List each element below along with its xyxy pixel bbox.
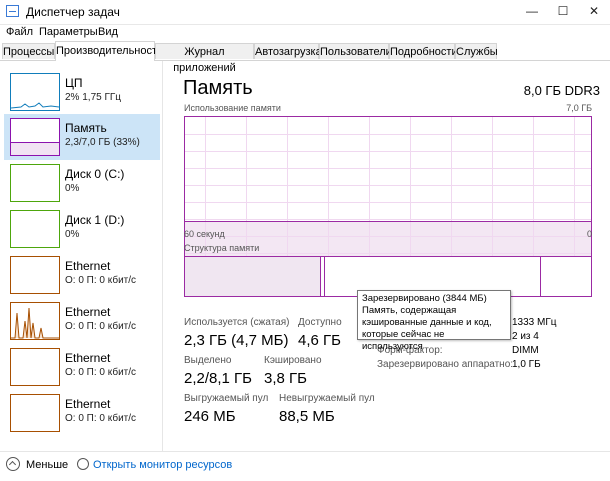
slots-value: 2 из 4: [512, 331, 539, 342]
disk-c-thumbnail: [10, 164, 60, 202]
menu-options[interactable]: Параметры: [39, 26, 98, 38]
ethernet-thumbnail: [10, 394, 60, 432]
tab-users[interactable]: Пользователи: [319, 43, 392, 59]
speed-value: 1333 МГц: [512, 317, 557, 328]
sidebar-item-memory[interactable]: Память 2,3/7,0 ГБ (33%): [4, 114, 160, 160]
sidebar-item-subtitle: О: 0 П: 0 кбит/с: [65, 321, 137, 332]
memory-total: 8,0 ГБ DDR3: [523, 83, 600, 98]
menu-file[interactable]: Файл: [6, 26, 33, 38]
maximize-button[interactable]: ☐: [548, 0, 578, 22]
cpu-thumbnail: [10, 73, 60, 111]
structure-label: Структура памяти: [184, 243, 260, 253]
sidebar-item-ethernet-2[interactable]: Ethernet О: 0 П: 0 кбит/с: [4, 298, 160, 344]
ethernet-thumbnail: [10, 302, 60, 340]
memory-thumbnail: [10, 118, 60, 156]
close-button[interactable]: ✕: [579, 0, 609, 22]
ethernet-thumbnail: [10, 256, 60, 294]
sidebar-item-title: Ethernet: [65, 351, 111, 365]
sidebar-item-title: ЦП: [65, 76, 83, 90]
sidebar-item-disk-d[interactable]: Диск 1 (D:) 0%: [4, 206, 160, 252]
tab-performance[interactable]: Производительность: [55, 41, 163, 61]
menu-bar: Файл Параметры Вид: [0, 25, 610, 41]
paged-pool-label: Выгружаемый пул: [184, 393, 269, 404]
sidebar-item-disk-c[interactable]: Диск 0 (C:) 0%: [4, 160, 160, 206]
sidebar-item-subtitle: 0%: [65, 183, 80, 194]
structure-free[interactable]: [541, 257, 591, 296]
sidebar-item-ethernet-3[interactable]: Ethernet О: 0 П: 0 кбит/с: [4, 344, 160, 390]
in-use-value: 2,3 ГБ (4,7 МБ): [184, 332, 289, 349]
sidebar-item-title: Память: [65, 121, 107, 135]
standby-tooltip: Зарезервировано (3844 МБ) Память, содерж…: [357, 290, 511, 352]
chevron-up-icon[interactable]: [6, 457, 20, 471]
hardware-reserved-value: 1,0 ГБ: [512, 359, 541, 370]
sidebar-item-subtitle: 2,3/7,0 ГБ (33%): [65, 137, 140, 148]
menu-view[interactable]: Вид: [98, 26, 118, 38]
memory-panel: Память 8,0 ГБ DDR3 Использование памяти …: [172, 61, 606, 451]
page-title: Память: [183, 77, 253, 99]
tooltip-line: Память, содержащая: [362, 305, 457, 316]
footer: Меньше Открыть монитор ресурсов: [0, 451, 610, 481]
time-axis-left: 60 секунд: [184, 229, 225, 239]
available-value: 4,6 ГБ: [298, 332, 341, 349]
usage-line: [185, 221, 591, 222]
window-title: Диспетчер задач: [26, 5, 120, 19]
task-manager-icon: [6, 5, 19, 17]
hardware-reserved-label: Зарезервировано аппаратно:: [377, 359, 514, 370]
tooltip-line: которые сейчас не используются: [362, 329, 445, 352]
committed-value: 2,2/8,1 ГБ: [184, 370, 253, 387]
ethernet-sparkline: [11, 307, 59, 339]
paged-pool-value: 246 МБ: [184, 408, 236, 425]
sidebar-item-subtitle: 0%: [65, 229, 80, 240]
disk-d-thumbnail: [10, 210, 60, 248]
nonpaged-pool-label: Невыгружаемый пул: [279, 393, 375, 404]
sidebar-item-title: Диск 0 (C:): [65, 167, 125, 181]
tab-app-history[interactable]: Журнал приложений: [155, 43, 254, 74]
form-factor-value: DIMM: [512, 345, 539, 356]
resource-sidebar: ЦП 2% 1,75 ГГц Память 2,3/7,0 ГБ (33%) Д…: [0, 61, 163, 451]
resource-monitor-icon: [77, 458, 89, 470]
sidebar-item-subtitle: 2% 1,75 ГГц: [65, 92, 122, 103]
tooltip-title: Зарезервировано (3844 МБ): [362, 293, 487, 304]
sidebar-item-subtitle: О: 0 П: 0 кбит/с: [65, 367, 137, 378]
cached-value: 3,8 ГБ: [264, 370, 307, 387]
ethernet-thumbnail: [10, 348, 60, 386]
tab-services[interactable]: Службы: [455, 43, 498, 59]
sidebar-item-ethernet-1[interactable]: Ethernet О: 0 П: 0 кбит/с: [4, 252, 160, 298]
tab-bar: Процессы Производительность Журнал прило…: [0, 41, 610, 74]
sidebar-item-title: Ethernet: [65, 305, 111, 319]
sidebar-item-ethernet-4[interactable]: Ethernet О: 0 П: 0 кбит/с: [4, 390, 160, 436]
structure-in-use[interactable]: [185, 257, 321, 296]
usage-graph-max: 7,0 ГБ: [566, 103, 592, 113]
tooltip-line: кэшированные данные и код,: [362, 317, 492, 328]
available-label: Доступно: [298, 317, 342, 328]
sidebar-item-cpu[interactable]: ЦП 2% 1,75 ГГц: [4, 69, 160, 115]
nonpaged-pool-value: 88,5 МБ: [279, 408, 335, 425]
sidebar-item-title: Ethernet: [65, 397, 111, 411]
open-resource-monitor-link[interactable]: Открыть монитор ресурсов: [93, 459, 232, 471]
cached-label: Кэшировано: [264, 355, 322, 366]
tab-startup[interactable]: Автозагрузка: [254, 43, 322, 59]
tab-details[interactable]: Подробности: [389, 43, 458, 59]
sidebar-item-subtitle: О: 0 П: 0 кбит/с: [65, 413, 137, 424]
sidebar-item-title: Диск 1 (D:): [65, 213, 125, 227]
committed-label: Выделено: [184, 355, 232, 366]
in-use-label: Используется (сжатая): [184, 317, 290, 328]
fewer-details-button[interactable]: Меньше: [26, 459, 68, 471]
minimize-button[interactable]: —: [517, 0, 547, 22]
sidebar-item-subtitle: О: 0 П: 0 кбит/с: [65, 275, 137, 286]
sidebar-item-title: Ethernet: [65, 259, 111, 273]
tab-processes[interactable]: Процессы: [2, 43, 55, 59]
title-bar: Диспетчер задач — ☐ ✕: [0, 0, 610, 25]
cpu-sparkline: [11, 102, 59, 109]
usage-graph-label: Использование памяти: [184, 103, 281, 113]
time-axis-right: 0: [586, 229, 592, 239]
